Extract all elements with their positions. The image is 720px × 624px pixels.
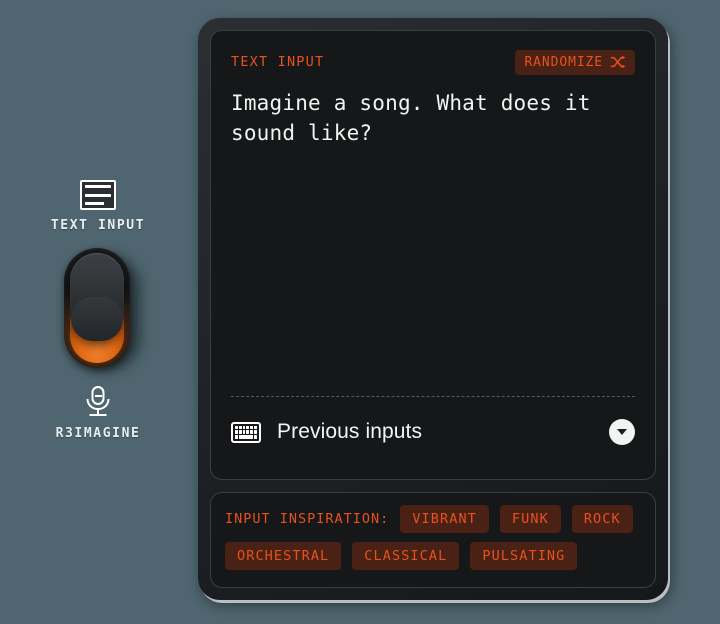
- sidebar-item-text-input[interactable]: TEXT INPUT: [0, 180, 196, 233]
- text-document-icon: [80, 180, 116, 210]
- text-input-panel: TEXT INPUT RANDOMIZE Imagine a song. Wha…: [210, 30, 656, 480]
- toggle-track: [64, 248, 130, 368]
- previous-inputs-row[interactable]: Previous inputs: [231, 397, 635, 467]
- left-sidebar: TEXT INPUT R3IMAGINE: [0, 0, 196, 624]
- inspiration-tag-pulsating[interactable]: PULSATING: [470, 542, 578, 570]
- input-inspiration-panel: INPUT INSPIRATION: VIBRANT FUNK ROCK ORC…: [210, 492, 656, 588]
- inspiration-tag-funk[interactable]: FUNK: [499, 505, 561, 533]
- inspiration-tag-orchestral[interactable]: ORCHESTRAL: [225, 542, 342, 570]
- randomize-button[interactable]: RANDOMIZE: [515, 49, 635, 75]
- previous-inputs-left: Previous inputs: [231, 420, 422, 444]
- input-inspiration-label: INPUT INSPIRATION:: [225, 511, 390, 527]
- inspiration-tag-classical[interactable]: CLASSICAL: [352, 542, 460, 570]
- chevron-down-icon: [617, 429, 627, 435]
- previous-inputs-label: Previous inputs: [277, 420, 423, 443]
- keyboard-icon: [231, 421, 261, 443]
- sidebar-item-r3imagine[interactable]: R3IMAGINE: [0, 386, 196, 441]
- device-screen: TEXT INPUT RANDOMIZE Imagine a song. Wha…: [210, 30, 656, 588]
- toggle-knob-handle[interactable]: [70, 253, 124, 339]
- prompt-text-input[interactable]: Imagine a song. What does it sound like?: [231, 89, 591, 149]
- panel-spacer: [231, 149, 635, 396]
- mode-toggle-switch[interactable]: [64, 248, 140, 370]
- shuffle-icon: [610, 55, 626, 69]
- sidebar-label-r3imagine: R3IMAGINE: [55, 426, 141, 441]
- panel-title: TEXT INPUT: [231, 54, 325, 70]
- panel-header: TEXT INPUT RANDOMIZE: [231, 49, 635, 75]
- previous-inputs-expand-button[interactable]: [609, 419, 635, 445]
- microphone-icon: [83, 386, 113, 418]
- sidebar-label-text-input: TEXT INPUT: [50, 218, 146, 233]
- inspiration-tag-rock[interactable]: ROCK: [571, 505, 633, 533]
- randomize-button-label: RANDOMIZE: [524, 54, 603, 70]
- inspiration-tag-vibrant[interactable]: VIBRANT: [400, 505, 489, 533]
- device-frame: TEXT INPUT RANDOMIZE Imagine a song. Wha…: [198, 18, 668, 600]
